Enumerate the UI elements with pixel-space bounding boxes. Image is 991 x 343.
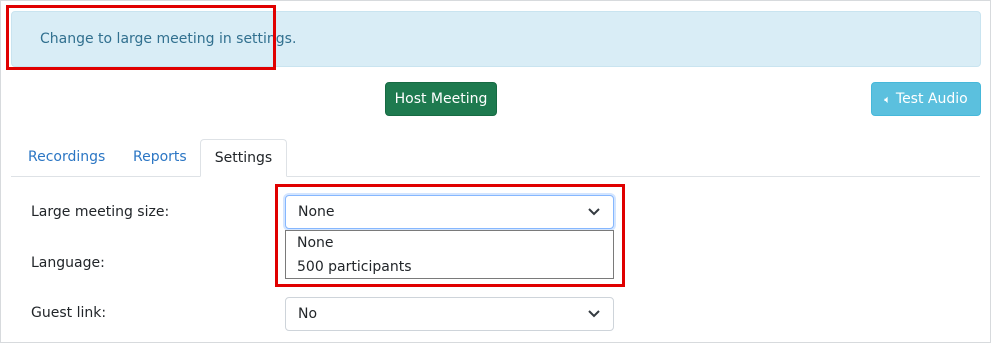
- guest-link-select[interactable]: No: [285, 297, 614, 331]
- annotation-highlight-alert: [6, 5, 276, 70]
- tabs-divider: [11, 176, 980, 177]
- tab-recordings[interactable]: Recordings: [28, 142, 105, 176]
- guest-link-label: Guest link:: [31, 305, 107, 321]
- tab-settings[interactable]: Settings: [200, 139, 287, 177]
- annotation-highlight-select: [275, 184, 625, 287]
- test-audio-button[interactable]: 🔈︎ Test Audio: [871, 82, 981, 116]
- tab-reports[interactable]: Reports: [133, 142, 187, 176]
- guest-link-value: No: [298, 306, 318, 322]
- chevron-down-icon: [588, 310, 600, 318]
- large-meeting-size-label: Large meeting size:: [31, 204, 170, 220]
- host-meeting-button[interactable]: Host Meeting: [385, 82, 497, 116]
- language-label: Language:: [31, 255, 105, 271]
- test-audio-label: Test Audio: [895, 91, 968, 107]
- speaker-icon: 🔈︎: [884, 93, 891, 106]
